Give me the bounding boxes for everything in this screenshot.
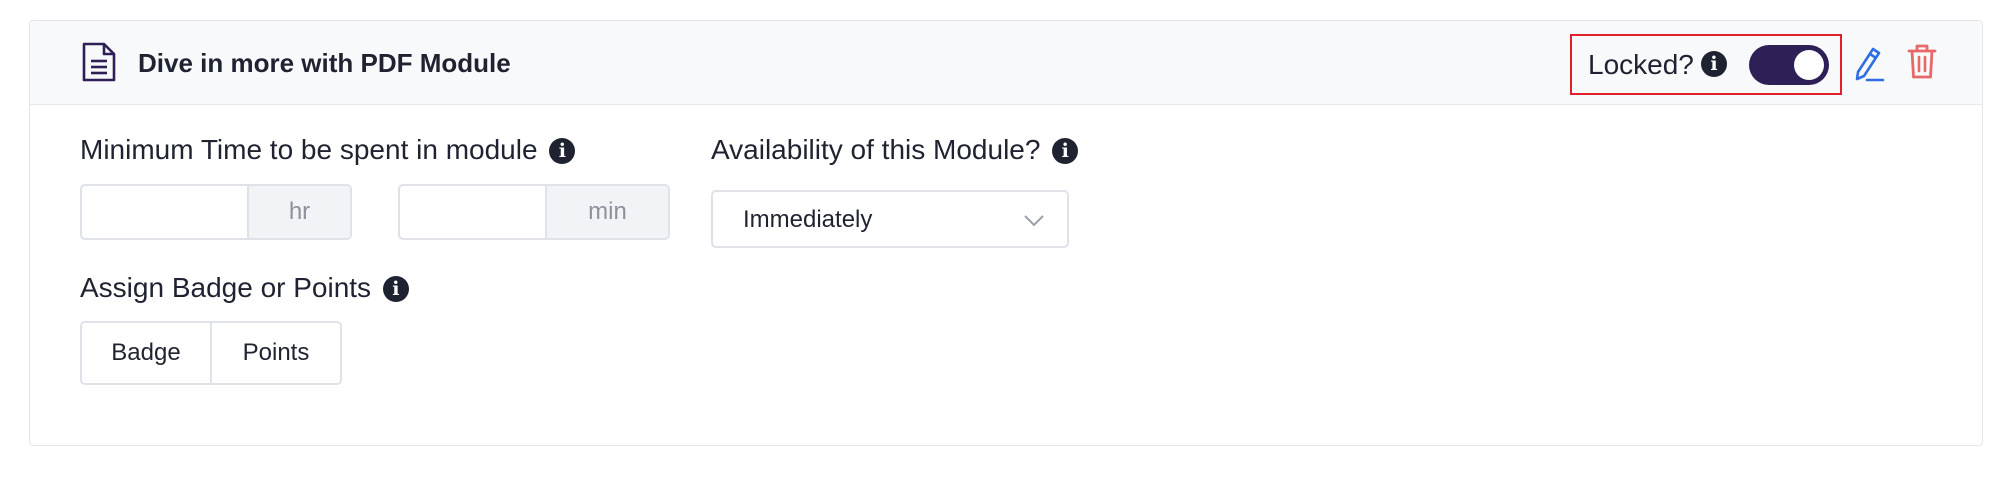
edit-pencil-icon[interactable]	[1851, 43, 1885, 83]
locked-control-highlight: Locked? i	[1570, 34, 1842, 95]
availability-info-icon[interactable]: i	[1052, 138, 1079, 164]
locked-info-icon[interactable]: i	[1701, 51, 1727, 77]
chevron-down-icon	[1024, 215, 1044, 227]
badge-points-label: Assign Badge or Points i	[80, 271, 409, 305]
availability-label-text: Availability of this Module?	[711, 134, 1041, 165]
locked-label: Locked?	[1588, 49, 1694, 80]
document-icon	[82, 42, 116, 82]
min-time-info-icon[interactable]: i	[549, 138, 576, 164]
availability-select[interactable]: Immediately	[711, 190, 1069, 248]
availability-label: Availability of this Module? i	[711, 133, 1079, 167]
hours-input-group: hr	[80, 184, 352, 240]
badge-button[interactable]: Badge	[82, 323, 212, 383]
hours-input[interactable]	[82, 186, 249, 238]
badge-points-info-icon[interactable]: i	[382, 276, 409, 302]
module-card: Dive in more with PDF Module Locked? i M…	[29, 20, 1983, 446]
min-time-label-text: Minimum Time to be spent in module	[80, 134, 538, 165]
hours-unit: hr	[247, 186, 350, 238]
availability-selected-value: Immediately	[743, 206, 873, 233]
badge-points-toggle-group: Badge Points	[80, 321, 342, 385]
points-button[interactable]: Points	[212, 323, 340, 383]
locked-toggle[interactable]	[1749, 45, 1829, 85]
module-title: Dive in more with PDF Module	[138, 48, 511, 78]
toggle-knob	[1794, 50, 1824, 80]
minutes-unit: min	[545, 186, 668, 238]
badge-points-label-text: Assign Badge or Points	[80, 272, 372, 303]
minutes-input-group: min	[398, 184, 670, 240]
minutes-input[interactable]	[400, 186, 547, 238]
min-time-label: Minimum Time to be spent in module i	[80, 133, 576, 167]
module-header: Dive in more with PDF Module Locked? i	[30, 21, 1982, 105]
trash-icon[interactable]	[1907, 43, 1937, 79]
